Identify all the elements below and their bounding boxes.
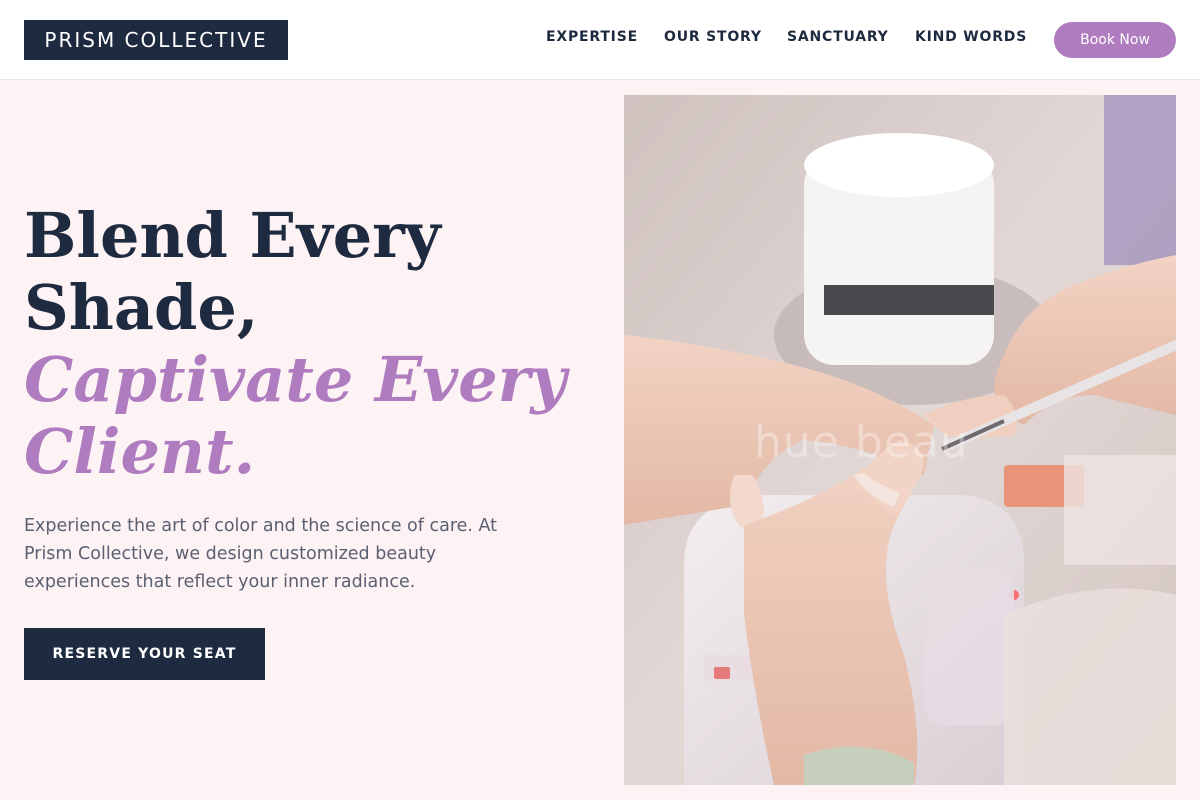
brand-logo[interactable]: PRISM COLLECTIVE xyxy=(24,20,288,60)
hero-title-accent-line1: Captivate Every xyxy=(24,343,567,416)
book-now-button[interactable]: Book Now xyxy=(1054,22,1176,58)
hero-title-line1: Blend Every xyxy=(24,199,441,272)
hero-description: Experience the art of color and the scie… xyxy=(24,516,498,592)
hero-photo-manicure: hue beau xyxy=(624,95,1176,785)
hero-title: Blend Every Shade, Captivate Every Clien… xyxy=(24,200,604,488)
nav-item-our-story[interactable]: OUR STORY xyxy=(664,29,762,45)
nav-item-expertise[interactable]: EXPERTISE xyxy=(546,29,638,45)
nav-item-sanctuary[interactable]: SANCTUARY xyxy=(787,29,889,45)
hero-title-line2: Shade, xyxy=(24,271,259,344)
hero-title-accent-line2: Client. xyxy=(24,415,256,488)
site-header: PRISM COLLECTIVE EXPERTISE OUR STORY SAN… xyxy=(0,0,1200,80)
nav-item-kind-words[interactable]: KIND WORDS xyxy=(915,29,1027,45)
image-watermark: hue beau xyxy=(754,417,969,468)
reserve-seat-button[interactable]: RESERVE YOUR SEAT xyxy=(24,628,265,680)
